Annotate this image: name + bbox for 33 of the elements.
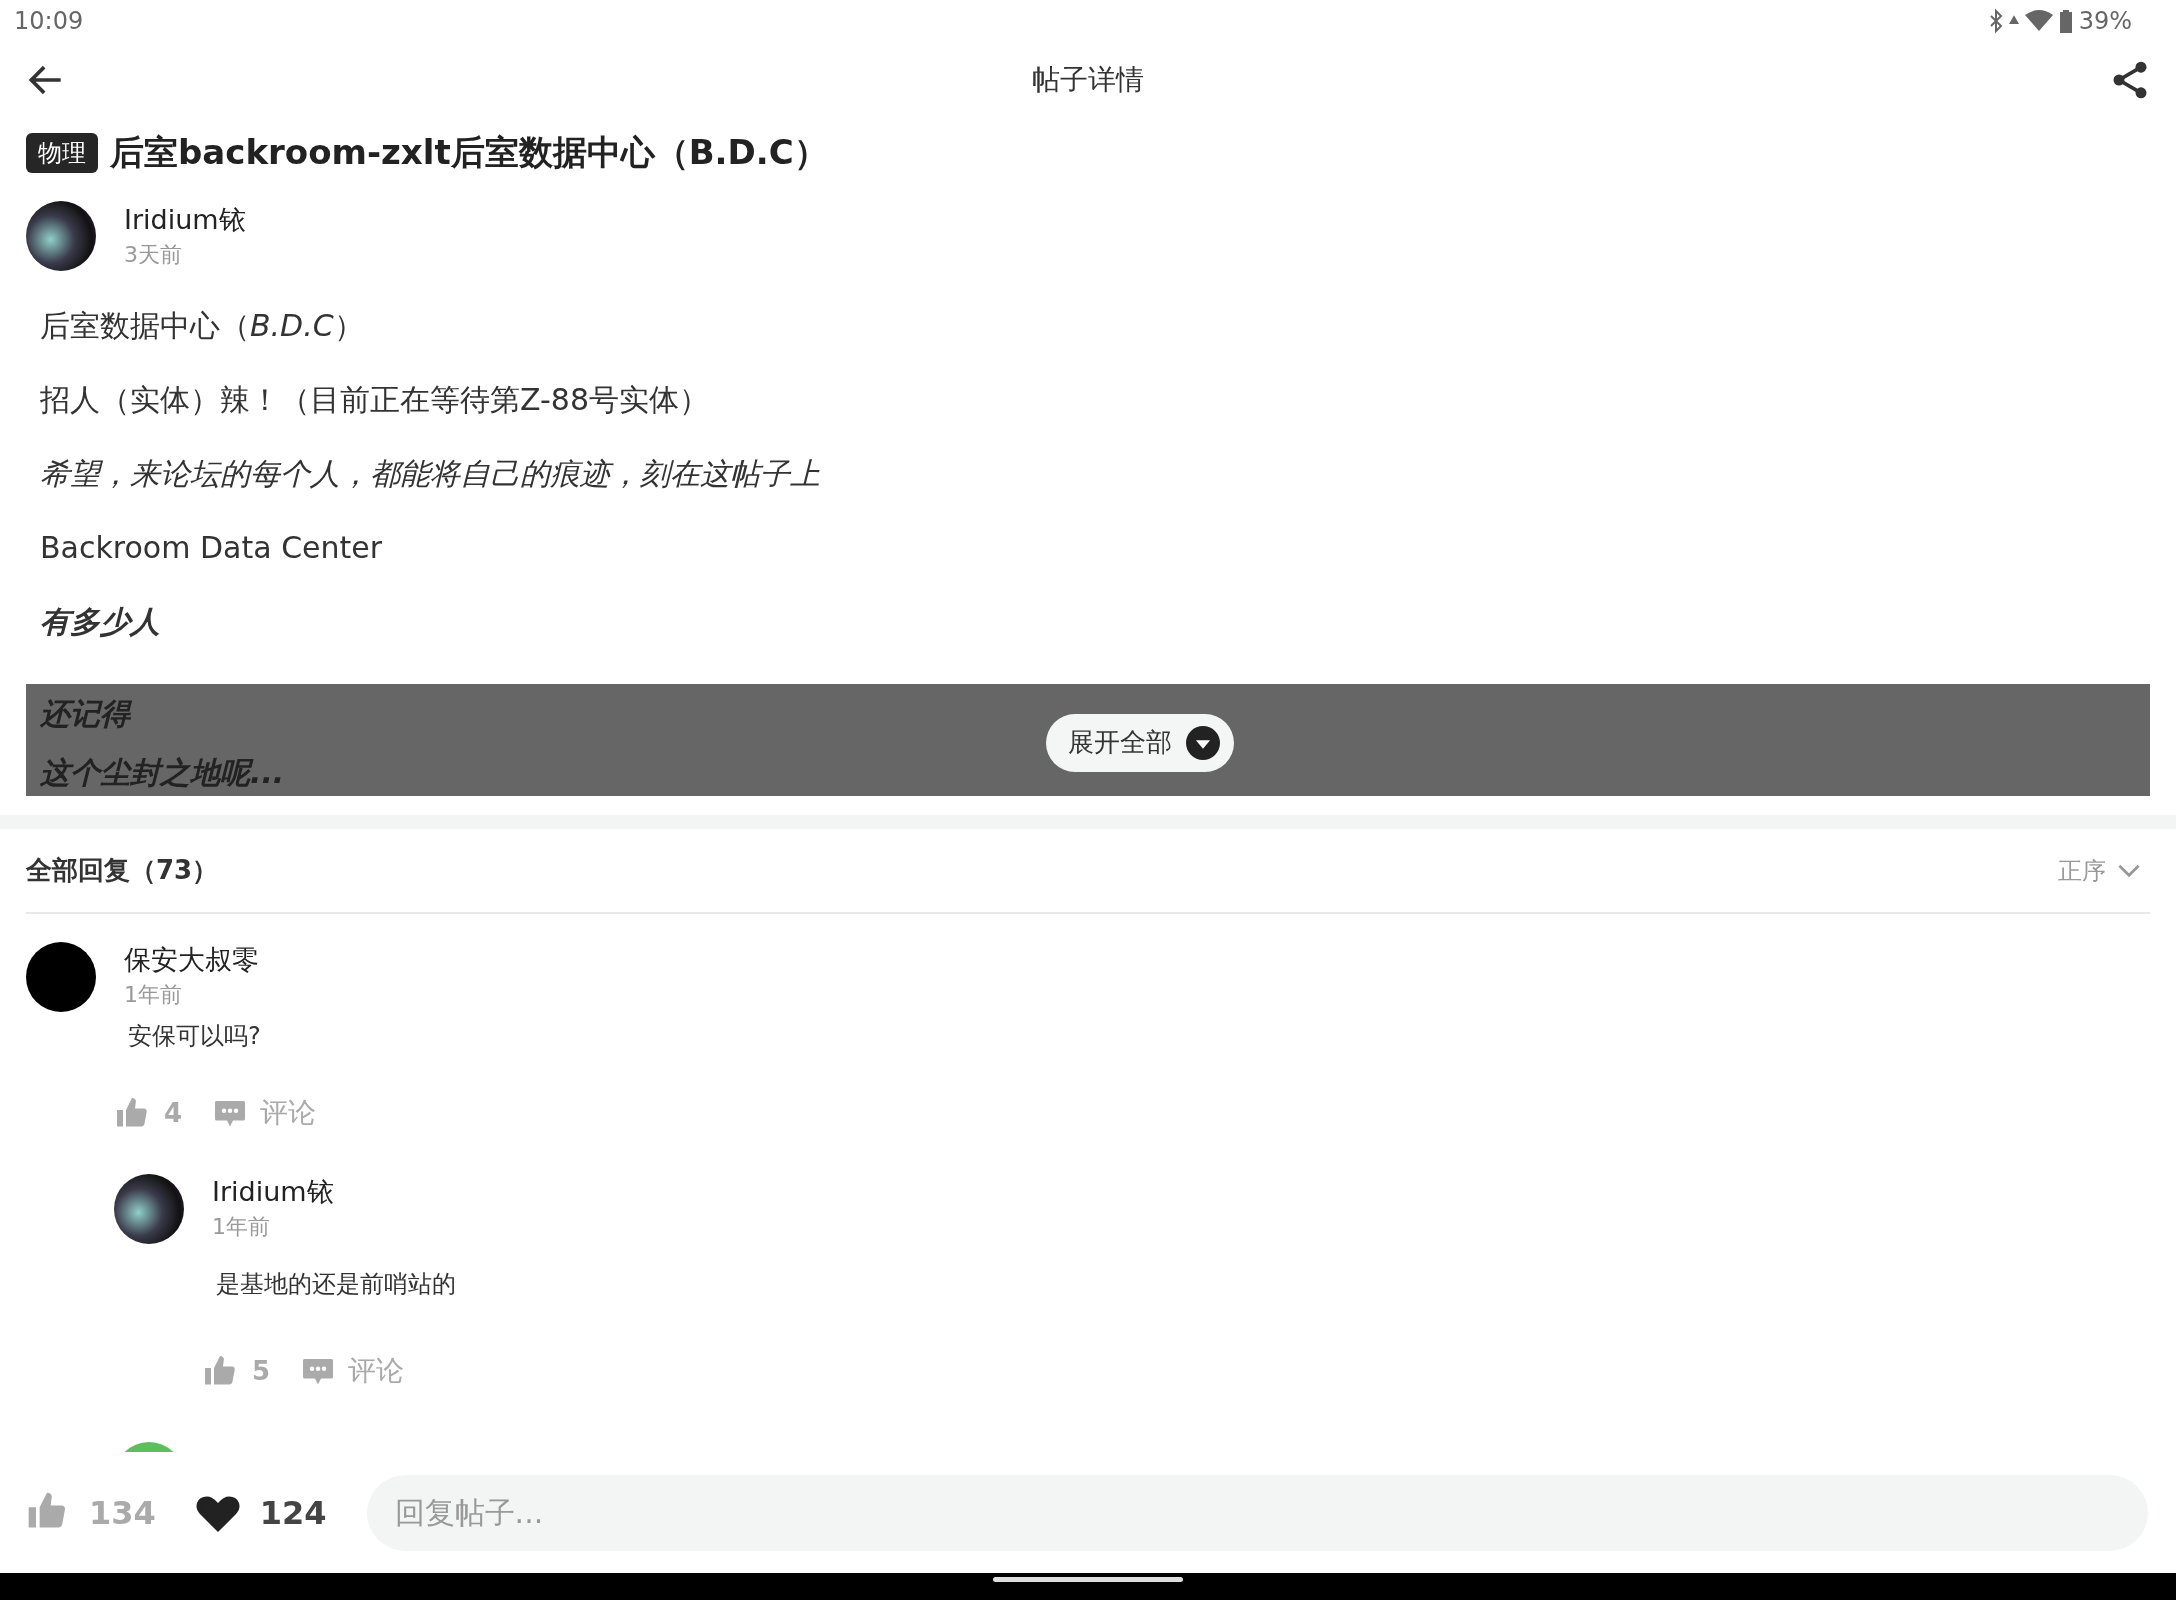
post-text: 有多少人 (40, 603, 160, 639)
replies-title: 全部回复（73） (26, 854, 219, 888)
post-text: Backroom Data Center (40, 529, 383, 565)
post-text: 希望，来论坛的每个人，都能将自己的痕迹，刻在这帖子上 (40, 455, 820, 491)
post-author[interactable]: Iridium铱 (124, 201, 246, 238)
status-time: 10:09 (14, 7, 84, 36)
expand-button[interactable]: 展开全部 (1046, 713, 1234, 772)
data-arrow-icon (2008, 15, 2019, 25)
comment-author[interactable]: Iridium铱 (212, 1174, 334, 1211)
dropdown-icon (1186, 725, 1220, 760)
comment-text: 安保可以吗? (127, 1021, 262, 1053)
favorite-count: 124 (259, 1493, 327, 1532)
reply-input[interactable]: 回复帖子... (366, 1474, 2148, 1551)
battery-percent: 39% (2078, 7, 2132, 36)
post-text: 还记得 (40, 695, 130, 731)
page-title: 帖子详情 (1032, 61, 1144, 98)
comment-author[interactable]: 保安大叔零 (124, 942, 259, 979)
comment-time: 1年前 (124, 981, 183, 1010)
chevron-down-icon (2118, 864, 2140, 878)
post-text: 招人（实体）辣！（目前正在等待第Z-88号实体） (40, 381, 710, 417)
post-time: 3天前 (124, 240, 183, 269)
bluetooth-icon (1988, 8, 2003, 35)
comment-text: 是基地的还是前哨站的 (215, 1269, 457, 1301)
post-text: 这个尘封之地呢... (40, 754, 285, 790)
comment-time: 1年前 (212, 1213, 271, 1242)
home-indicator[interactable] (993, 1577, 1183, 1583)
like-count: 4 (164, 1098, 183, 1129)
battery-icon (2058, 8, 2073, 35)
category-tag: 物理 (26, 132, 98, 173)
post-title: 后室backroom-zxlt后室数据中心（B.D.C） (110, 130, 828, 174)
like-count: 134 (89, 1493, 156, 1532)
post-text: 后室数据中心（B.D.C） (40, 307, 364, 343)
like-count: 5 (252, 1356, 271, 1387)
